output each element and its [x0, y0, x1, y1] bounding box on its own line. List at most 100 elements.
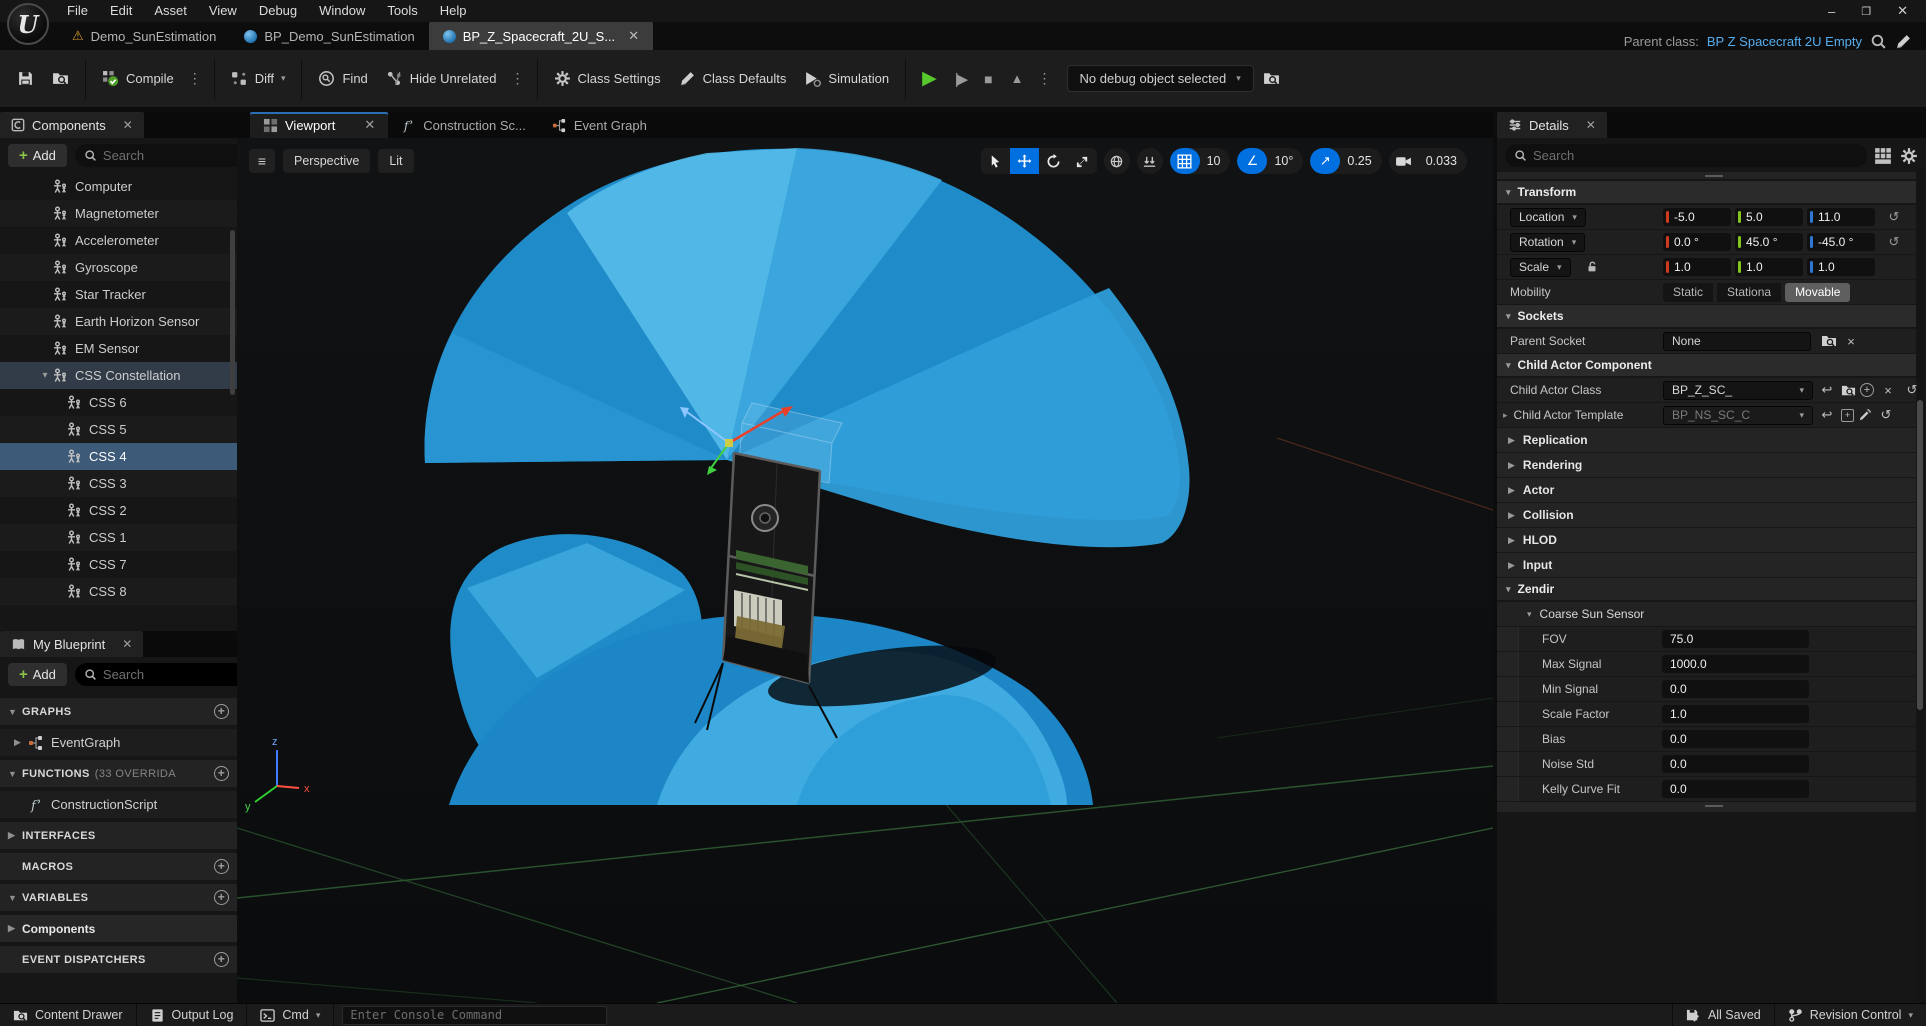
my-blueprint-interfaces[interactable]: ▶INTERFACES — [0, 822, 237, 849]
details-scrollbar-thumb[interactable] — [1917, 400, 1923, 710]
frame-skip-button[interactable]: |▶ — [946, 62, 975, 96]
hide-unrelated-options-icon[interactable]: ⋮ — [506, 70, 530, 87]
use-selected-icon[interactable]: ↩ — [1817, 407, 1837, 423]
menu-item-file[interactable]: File — [56, 0, 99, 22]
stop-button[interactable]: ■ — [975, 62, 1001, 96]
mobility-option-movable[interactable]: Movable — [1785, 283, 1850, 302]
play-options-icon[interactable]: ⋮ — [1033, 70, 1057, 87]
unreal-logo[interactable]: U — [7, 3, 49, 45]
tree-item-css-2[interactable]: CSS 2 — [0, 497, 237, 524]
world-space-button[interactable] — [1104, 148, 1130, 174]
scale-z-field[interactable]: 1.0 — [1807, 258, 1875, 276]
transform-section-header[interactable]: ▾Transform — [1497, 181, 1916, 203]
tree-item-em-sensor[interactable]: EM Sensor — [0, 335, 237, 362]
location-y-field[interactable]: 5.0 — [1735, 208, 1803, 226]
revision-control-button[interactable]: Revision Control▾ — [1774, 1004, 1926, 1026]
all-saved-button[interactable]: All Saved — [1672, 1004, 1774, 1026]
rotation-z-field[interactable]: -45.0 ° — [1807, 233, 1875, 251]
surface-snap-button[interactable] — [1137, 148, 1163, 174]
property-value-field[interactable]: 0.0 — [1662, 780, 1809, 798]
class-defaults-button[interactable]: Class Defaults — [670, 62, 796, 96]
my-blueprint-macros[interactable]: MACROS+ — [0, 853, 237, 880]
use-selected-icon[interactable]: ↩ — [1817, 382, 1837, 398]
expander-icon[interactable]: ▾ — [38, 370, 52, 381]
menu-item-window[interactable]: Window — [308, 0, 376, 22]
tree-item-computer[interactable]: Computer — [0, 173, 237, 200]
save-button[interactable] — [8, 62, 43, 96]
rotate-tool-button[interactable] — [1039, 148, 1068, 174]
my-blueprint-eventgraph[interactable]: ▶EventGraph — [0, 729, 237, 756]
tab-details[interactable]: Details ✕ — [1497, 112, 1607, 138]
debug-browse-button[interactable] — [1254, 62, 1289, 96]
category-rendering[interactable]: ▶Rendering — [1497, 453, 1916, 477]
scale-snap-control[interactable]: ↗ 0.25 — [1310, 148, 1381, 174]
location-x-field[interactable]: -5.0 — [1663, 208, 1731, 226]
tree-item-css-8[interactable]: CSS 8 — [0, 578, 237, 605]
tree-item-accelerometer[interactable]: Accelerometer — [0, 227, 237, 254]
add-component-button[interactable]: +Add — [8, 144, 67, 167]
category-input[interactable]: ▶Input — [1497, 553, 1916, 577]
clear-icon[interactable]: × — [1878, 383, 1898, 398]
my-blueprint-components[interactable]: ▶Components — [0, 915, 237, 942]
mobility-option-stationa[interactable]: Stationa — [1717, 283, 1781, 302]
diff-button[interactable]: Diff▾ — [222, 62, 295, 96]
simulation-button[interactable]: Simulation — [795, 62, 898, 96]
tree-item-css-3[interactable]: CSS 3 — [0, 470, 237, 497]
scale-x-field[interactable]: 1.0 — [1663, 258, 1731, 276]
details-search[interactable] — [1505, 144, 1867, 167]
cmd-button[interactable]: Cmd▾ — [247, 1004, 334, 1026]
add-blueprint-item-button[interactable]: +Add — [8, 663, 67, 686]
property-value-field[interactable]: 75.0 — [1662, 630, 1809, 648]
zendir-section-header[interactable]: ▾Zendir — [1497, 578, 1916, 600]
asset-tab-1[interactable]: ⚠Demo_SunEstimation — [58, 22, 230, 50]
move-tool-button[interactable] — [1010, 148, 1039, 174]
details-search-input[interactable] — [1533, 148, 1858, 163]
tree-item-gyroscope[interactable]: Gyroscope — [0, 254, 237, 281]
viewport-3d-scene[interactable]: z y x ≡ Perspective Lit — [237, 138, 1493, 1003]
close-icon[interactable]: ✕ — [628, 28, 639, 44]
rotation-x-field[interactable]: 0.0 ° — [1663, 233, 1731, 251]
socket-clear-icon[interactable]: × — [1841, 334, 1861, 349]
add-icon[interactable]: + — [214, 859, 229, 874]
tree-item-star-tracker[interactable]: Star Tracker — [0, 281, 237, 308]
child-actor-class-dropdown[interactable]: BP_Z_SC_▾ — [1663, 381, 1813, 400]
close-icon[interactable]: ✕ — [122, 637, 132, 651]
console-command-input[interactable] — [350, 1008, 599, 1022]
lit-button[interactable]: Lit — [378, 149, 413, 173]
property-value-field[interactable]: 0.0 — [1662, 730, 1809, 748]
menu-item-asset[interactable]: Asset — [143, 0, 198, 22]
property-value-field[interactable]: 1000.0 — [1662, 655, 1809, 673]
asset-tab-2[interactable]: BP_Demo_SunEstimation — [230, 22, 428, 50]
property-value-field[interactable]: 0.0 — [1662, 680, 1809, 698]
reset-icon[interactable]: ↺ — [1883, 234, 1905, 250]
asset-tab-3[interactable]: BP_Z_Spacecraft_2U_S...✕ — [429, 22, 653, 50]
reset-icon[interactable]: ↺ — [1883, 209, 1905, 225]
console-command-field[interactable] — [342, 1006, 607, 1025]
tab-my-blueprint[interactable]: My Blueprint ✕ — [0, 631, 143, 657]
scale-y-field[interactable]: 1.0 — [1735, 258, 1803, 276]
viewport-options-icon[interactable]: ≡ — [249, 149, 275, 173]
browse-to-asset-icon[interactable] — [1841, 383, 1856, 398]
play-button[interactable]: ▶ — [913, 62, 946, 96]
eyedropper-icon[interactable] — [1858, 408, 1872, 422]
components-scrollbar[interactable] — [230, 230, 235, 395]
menu-item-view[interactable]: View — [198, 0, 248, 22]
tab-event-graph[interactable]: Event Graph — [539, 112, 660, 138]
compile-options-icon[interactable]: ⋮ — [183, 70, 207, 87]
my-blueprint-variables[interactable]: ▼VARIABLES+ — [0, 884, 237, 911]
menu-item-help[interactable]: Help — [429, 0, 478, 22]
reset-icon[interactable]: ↺ — [1876, 407, 1896, 423]
debug-object-dropdown[interactable]: No debug object selected▾ — [1067, 65, 1254, 92]
property-value-field[interactable]: 1.0 — [1662, 705, 1809, 723]
category-hlod[interactable]: ▶HLOD — [1497, 528, 1916, 552]
scale-dropdown[interactable]: Scale▾ — [1510, 258, 1571, 277]
add-icon[interactable]: + — [214, 766, 229, 781]
pick-actor-icon[interactable]: + — [1841, 409, 1854, 422]
rotation-y-field[interactable]: 45.0 ° — [1735, 233, 1803, 251]
tree-item-css-4[interactable]: CSS 4 — [0, 443, 237, 470]
rotation-snap-control[interactable]: ∠ 10° — [1237, 148, 1303, 174]
content-drawer-button[interactable]: Content Drawer — [0, 1004, 137, 1026]
close-icon[interactable]: ✕ — [364, 117, 375, 133]
details-scrollbar-track[interactable] — [1917, 168, 1925, 1026]
hide-unrelated-button[interactable]: Hide Unrelated — [377, 62, 506, 96]
